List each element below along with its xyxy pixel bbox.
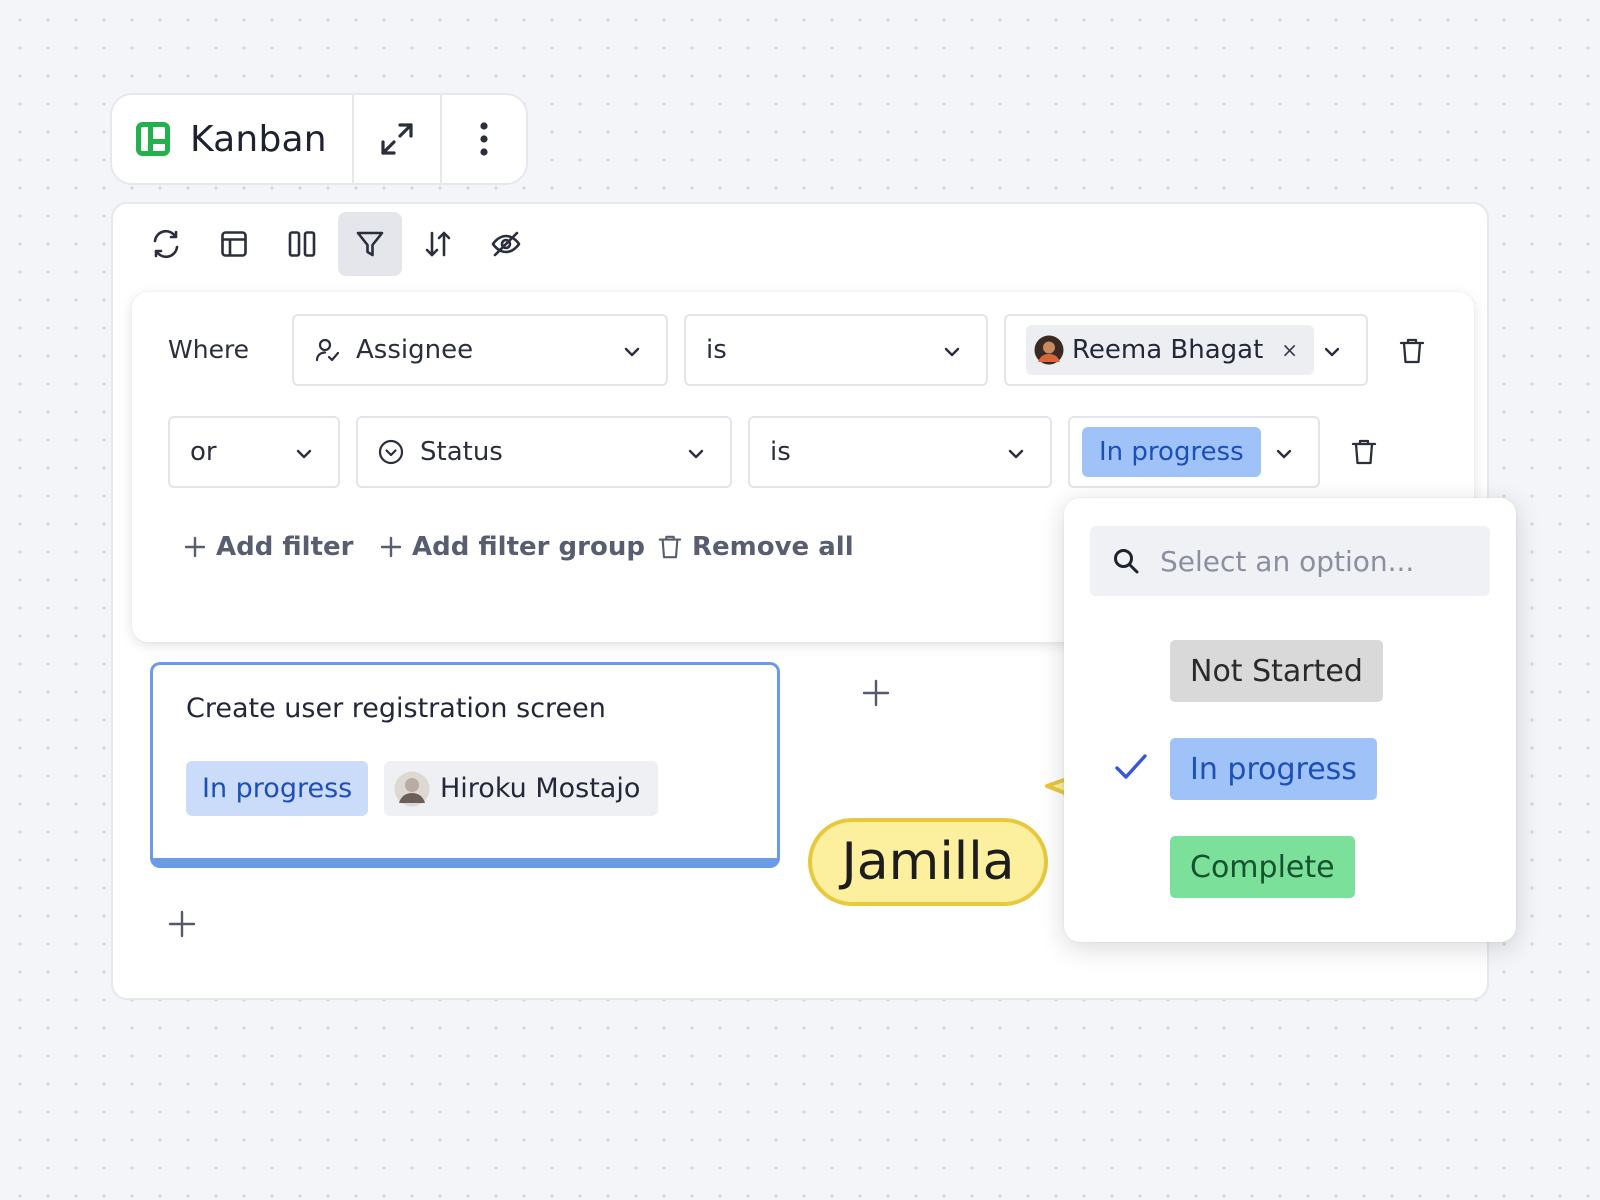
more-options-button[interactable] xyxy=(440,95,526,183)
option-search-box[interactable] xyxy=(1090,526,1490,596)
layout-button[interactable] xyxy=(202,212,266,276)
add-filter-group-button[interactable]: Add filter group xyxy=(380,527,645,567)
delete-filter-button[interactable] xyxy=(1396,335,1428,367)
filter-value-select-assignee[interactable]: Reema Bhagat × xyxy=(1004,314,1368,386)
chevron-down-icon xyxy=(1274,444,1294,464)
option-in-progress[interactable]: In progress xyxy=(1170,738,1377,800)
kanban-logo-icon xyxy=(136,122,170,156)
plus-icon xyxy=(184,536,206,558)
filter-field-value: Status xyxy=(420,437,503,467)
plus-icon xyxy=(168,910,196,938)
expand-button[interactable] xyxy=(352,95,440,183)
hide-fields-button[interactable] xyxy=(474,212,538,276)
remove-all-button[interactable]: Remove all xyxy=(658,527,854,567)
task-assignee-name: Hiroku Mostajo xyxy=(440,773,641,804)
chevron-down-icon xyxy=(622,342,642,362)
status-chip: In progress xyxy=(1082,427,1261,477)
filter-value-select-status[interactable]: In progress xyxy=(1068,416,1320,488)
trash-icon xyxy=(1351,438,1377,466)
trash-icon xyxy=(1399,337,1425,365)
chevron-down-icon xyxy=(942,342,962,362)
add-card-button[interactable] xyxy=(162,904,202,944)
status-circle-icon xyxy=(378,439,404,465)
task-assignee-chip: Hiroku Mostajo xyxy=(384,761,659,816)
layout-icon xyxy=(219,229,249,259)
chevron-down-icon xyxy=(294,444,314,464)
chevron-down-icon xyxy=(1322,342,1342,362)
board-title[interactable]: Kanban xyxy=(112,95,352,183)
filter-icon xyxy=(354,228,386,260)
filter-operator-select[interactable]: is xyxy=(684,314,988,386)
chevron-down-icon xyxy=(686,444,706,464)
plus-icon xyxy=(380,536,402,558)
trash-icon xyxy=(658,534,682,560)
avatar xyxy=(1034,335,1064,365)
columns-button[interactable] xyxy=(270,212,334,276)
filter-button[interactable] xyxy=(338,212,402,276)
board-title-text: Kanban xyxy=(190,118,327,160)
filter-operator-value: is xyxy=(706,335,727,365)
task-status-badge: In progress xyxy=(186,761,369,816)
filter-where-label: Where xyxy=(168,335,250,364)
add-filter-label: Add filter xyxy=(216,532,354,562)
filter-operator-value: is xyxy=(770,437,791,467)
task-card-title: Create user registration screen xyxy=(186,693,606,724)
assignee-chip-label: Reema Bhagat xyxy=(1072,335,1264,365)
eye-off-icon xyxy=(490,228,522,260)
avatar xyxy=(394,771,430,807)
add-filter-button[interactable]: Add filter xyxy=(184,527,353,567)
filter-field-select-assignee[interactable]: Assignee xyxy=(292,314,668,386)
option-not-started[interactable]: Not Started xyxy=(1170,640,1383,702)
add-card-button[interactable] xyxy=(856,673,896,713)
sort-icon xyxy=(423,229,453,259)
chevron-down-icon xyxy=(1006,444,1026,464)
expand-icon xyxy=(377,119,417,159)
more-vertical-icon xyxy=(479,121,489,157)
remove-all-label: Remove all xyxy=(692,532,854,562)
columns-icon xyxy=(287,229,317,259)
search-icon xyxy=(1112,547,1140,575)
filter-field-select-status[interactable]: Status xyxy=(356,416,732,488)
option-complete[interactable]: Complete xyxy=(1170,836,1355,898)
checkmark-icon xyxy=(1114,752,1148,782)
plus-icon xyxy=(862,679,890,707)
delete-filter-button[interactable] xyxy=(1348,436,1380,468)
filter-conjunction-select[interactable]: or xyxy=(168,416,340,488)
filter-field-value: Assignee xyxy=(356,335,474,365)
user-icon xyxy=(314,337,340,363)
filter-conjunction-value: or xyxy=(190,437,217,467)
refresh-button[interactable] xyxy=(134,212,198,276)
option-search-input[interactable] xyxy=(1160,544,1460,578)
remove-chip-button[interactable]: × xyxy=(1281,338,1298,362)
board-title-card: Kanban xyxy=(110,93,528,185)
assignee-chip: Reema Bhagat × xyxy=(1026,325,1315,375)
sort-button[interactable] xyxy=(406,212,470,276)
add-filter-group-label: Add filter group xyxy=(412,532,645,562)
refresh-icon xyxy=(151,229,181,259)
collaborator-name-tag: Jamilla xyxy=(808,818,1048,906)
filter-operator-select[interactable]: is xyxy=(748,416,1052,488)
